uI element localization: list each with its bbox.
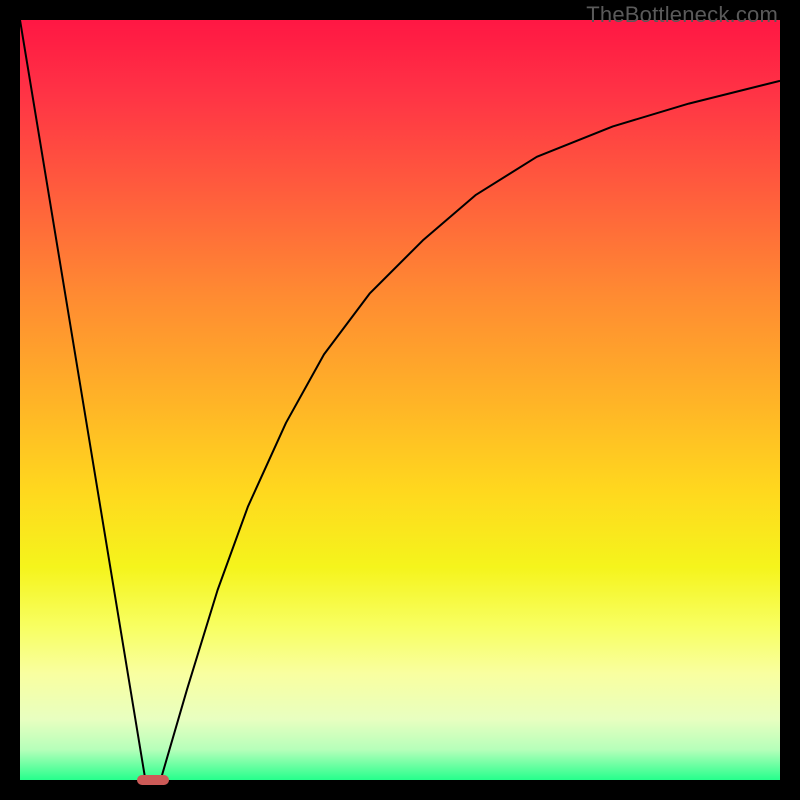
- line-chart-svg: [20, 20, 780, 780]
- series-left-linear-segment: [20, 20, 145, 780]
- chart-frame: TheBottleneck.com: [0, 0, 800, 800]
- plot-area: [20, 20, 780, 780]
- watermark-text: TheBottleneck.com: [586, 2, 778, 28]
- series-right-curve-segment: [161, 81, 780, 780]
- bottleneck-marker: [137, 775, 169, 785]
